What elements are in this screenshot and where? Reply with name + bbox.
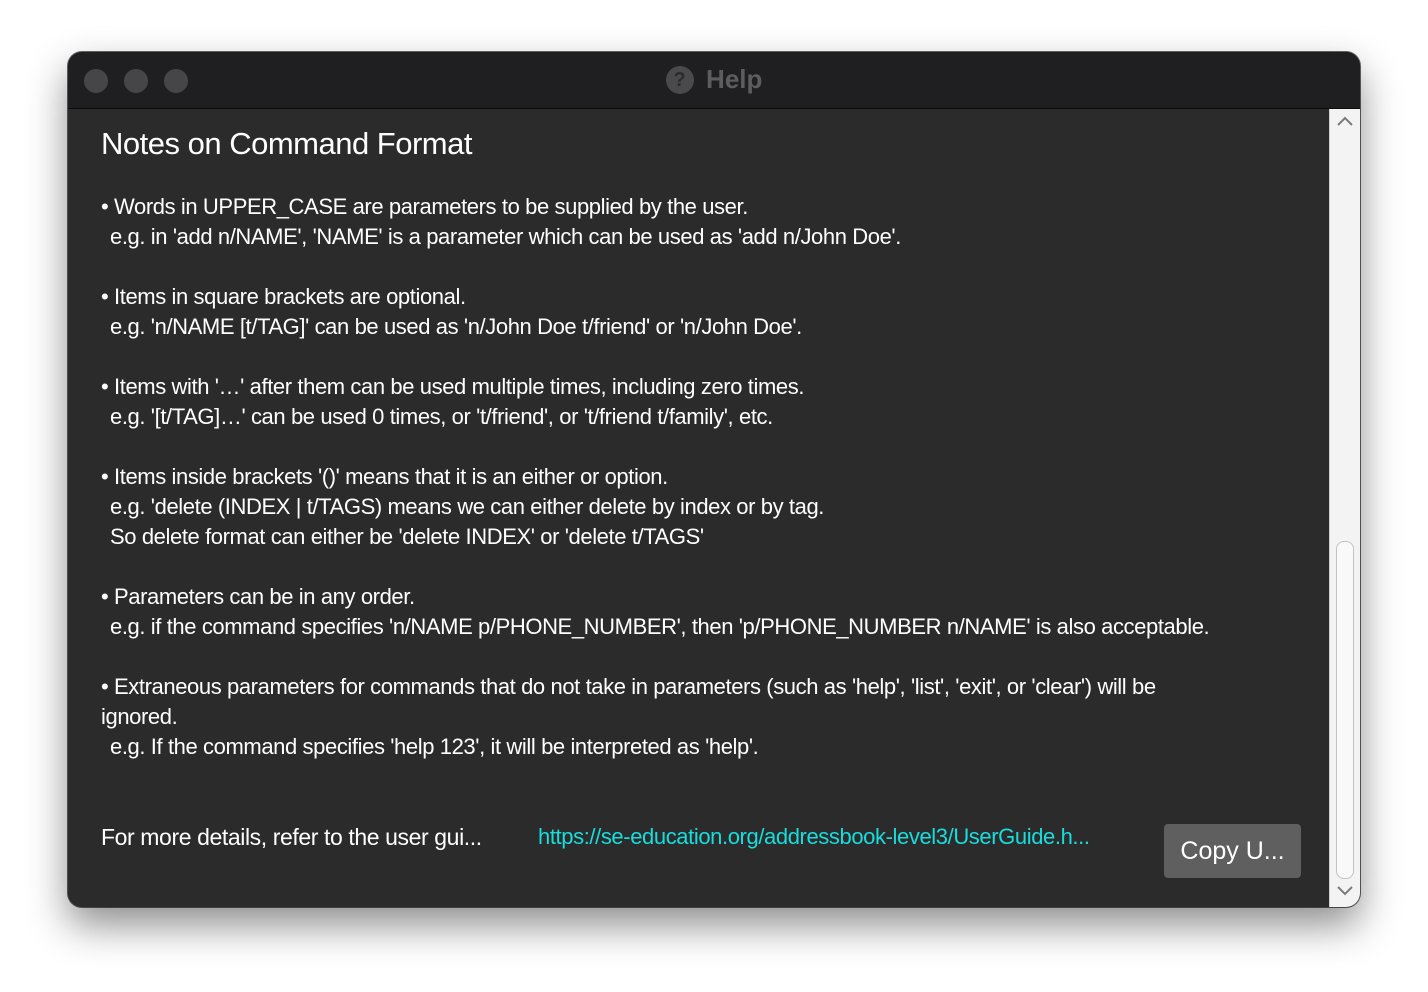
note-line: e.g. If the command specifies 'help 123'… [110, 734, 759, 759]
note-line: • Items with '…' after them can be used … [101, 374, 805, 399]
user-guide-label: For more details, refer to the user gui.… [101, 824, 482, 850]
note-line: e.g. 'delete (INDEX | t/TAGS) means we c… [110, 494, 825, 519]
note-line: e.g. if the command specifies 'n/NAME p/… [110, 614, 1210, 639]
note-optional-items: • Items in square brackets are optional.… [101, 282, 1301, 342]
title-bar[interactable]: ? Help [68, 52, 1360, 109]
window-title-text: Help [706, 64, 763, 94]
note-extraneous-parameters: • Extraneous parameters for commands tha… [101, 672, 1301, 762]
note-line: e.g. in 'add n/NAME', 'NAME' is a parame… [110, 224, 901, 249]
note-multiple-times: • Items with '…' after them can be used … [101, 372, 1301, 432]
note-line: • Words in UPPER_CASE are parameters to … [101, 194, 748, 219]
vertical-scrollbar[interactable] [1329, 109, 1360, 907]
note-upper-case: • Words in UPPER_CASE are parameters to … [101, 192, 1301, 252]
note-line: • Parameters can be in any order. [101, 584, 415, 609]
note-line: e.g. 'n/NAME [t/TAG]' can be used as 'n/… [110, 314, 802, 339]
scrollbar-thumb[interactable] [1336, 541, 1354, 879]
user-guide-link[interactable]: https://se-education.org/addressbook-lev… [538, 824, 1090, 850]
window-title: ? Help [68, 64, 1360, 94]
chevron-down-icon[interactable] [1330, 881, 1360, 905]
copy-url-button[interactable]: Copy U... [1164, 824, 1301, 878]
command-format-notes: • Words in UPPER_CASE are parameters to … [101, 192, 1301, 792]
note-any-order: • Parameters can be in any order. e.g. i… [101, 582, 1301, 642]
note-line: • Extraneous parameters for commands tha… [101, 674, 1156, 699]
question-icon: ? [665, 65, 694, 94]
note-line: So delete format can either be 'delete I… [110, 524, 704, 549]
help-heading: Notes on Command Format [101, 126, 472, 161]
chevron-up-icon[interactable] [1330, 111, 1360, 135]
note-either-or: • Items inside brackets '()' means that … [101, 462, 1301, 552]
help-window: ? Help Notes on Command Format • Words i… [68, 52, 1360, 907]
note-line: e.g. '[t/TAG]…' can be used 0 times, or … [110, 404, 773, 429]
note-line: • Items inside brackets '()' means that … [101, 464, 668, 489]
note-line: • Items in square brackets are optional. [101, 284, 466, 309]
note-line: ignored. [101, 704, 178, 729]
